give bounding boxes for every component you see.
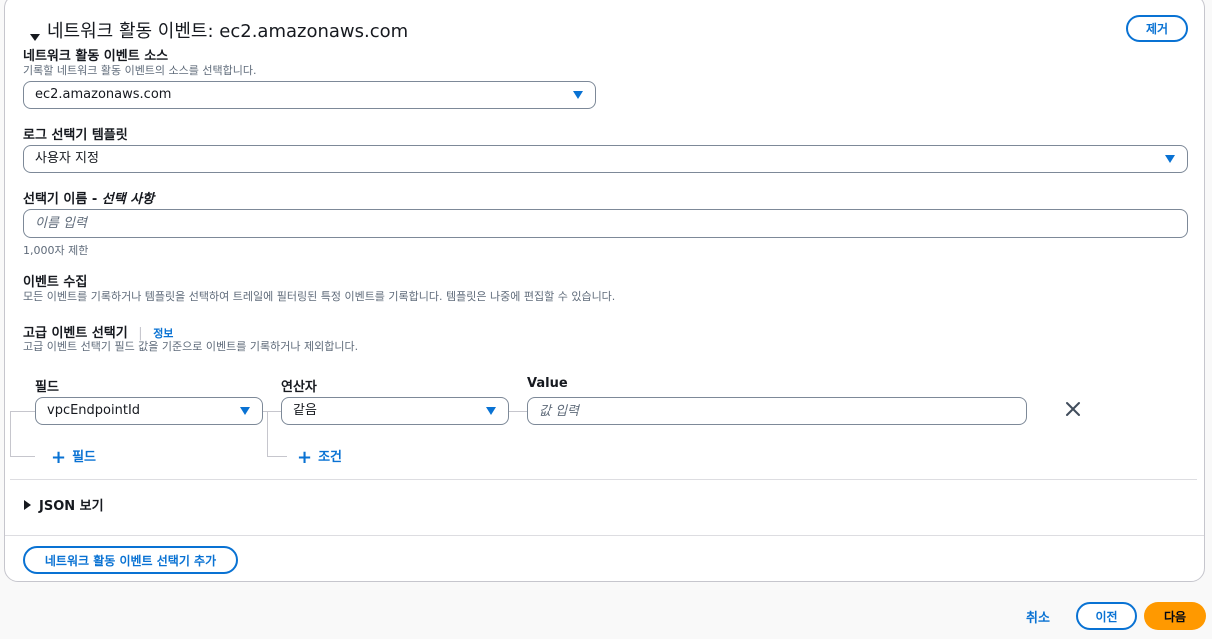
tree-line	[267, 456, 287, 457]
network-activity-event-card: 네트워크 활동 이벤트: ec2.amazonaws.com 제거 네트워크 활…	[4, 0, 1205, 582]
selector-name-label: 선택기 이름 - 선택 사항	[23, 188, 154, 207]
template-select-value: 사용자 지정	[35, 151, 99, 166]
field-select[interactable]: vpcEndpointId	[35, 397, 263, 425]
divider	[10, 479, 1197, 480]
tree-line	[10, 411, 11, 457]
selector-name-hint: 1,000자 제한	[23, 244, 89, 257]
value-column-header: Value	[527, 376, 568, 391]
caret-down-icon	[486, 407, 496, 415]
source-description: 기록할 네트워크 활동 이벤트의 소스를 선택합니다.	[23, 64, 257, 77]
template-select[interactable]: 사용자 지정	[23, 145, 1188, 173]
plus-icon: +	[297, 447, 313, 468]
add-field-label: 필드	[72, 450, 97, 465]
plus-icon: +	[51, 447, 67, 468]
caret-right-icon	[24, 500, 31, 510]
source-select-value: ec2.amazonaws.com	[35, 87, 172, 102]
selector-name-optional: 선택 사항	[101, 192, 155, 207]
operator-column-header: 연산자	[281, 380, 317, 395]
add-network-activity-selector-button[interactable]: 네트워크 활동 이벤트 선택기 추가	[23, 546, 238, 574]
tree-line	[263, 411, 281, 412]
tree-line	[10, 411, 35, 412]
close-icon	[1066, 402, 1080, 416]
tree-line	[508, 411, 527, 412]
remove-condition-button[interactable]	[1063, 399, 1083, 419]
collapse-toggle[interactable]	[30, 26, 40, 45]
divider	[5, 535, 1204, 536]
caret-down-icon	[240, 407, 250, 415]
field-select-value: vpcEndpointId	[47, 403, 141, 418]
caret-down-icon	[1165, 155, 1175, 163]
section-title: 네트워크 활동 이벤트: ec2.amazonaws.com	[47, 21, 409, 42]
json-view-toggle[interactable]: JSON 보기	[24, 495, 104, 514]
event-collection-description: 모든 이벤트를 기록하거나 템플릿을 선택하여 트레일에 필터링된 특정 이벤트…	[23, 290, 616, 303]
add-field-button[interactable]: + 필드	[51, 446, 96, 468]
field-column-header: 필드	[35, 380, 59, 395]
advanced-selector-description: 고급 이벤트 선택기 필드 값을 기준으로 이벤트를 기록하거나 제외합니다.	[23, 340, 359, 353]
add-condition-label: 조건	[318, 450, 343, 465]
operator-select[interactable]: 같음	[281, 397, 509, 425]
next-button[interactable]: 다음	[1144, 602, 1206, 630]
source-select[interactable]: ec2.amazonaws.com	[23, 81, 596, 109]
value-input[interactable]	[527, 397, 1027, 425]
tree-line	[267, 411, 268, 457]
cancel-button[interactable]: 취소	[1026, 607, 1050, 626]
selector-name-input[interactable]	[23, 209, 1188, 238]
add-condition-button[interactable]: + 조건	[297, 446, 342, 468]
previous-button[interactable]: 이전	[1076, 602, 1137, 630]
selector-name-label-text: 선택기 이름 -	[23, 192, 102, 207]
operator-select-value: 같음	[293, 403, 317, 418]
template-label: 로그 선택기 템플릿	[23, 128, 128, 143]
tree-line	[10, 456, 35, 457]
remove-button[interactable]: 제거	[1126, 15, 1188, 42]
caret-down-icon	[573, 91, 583, 99]
json-view-label: JSON 보기	[39, 499, 104, 514]
caret-down-icon	[30, 34, 40, 41]
